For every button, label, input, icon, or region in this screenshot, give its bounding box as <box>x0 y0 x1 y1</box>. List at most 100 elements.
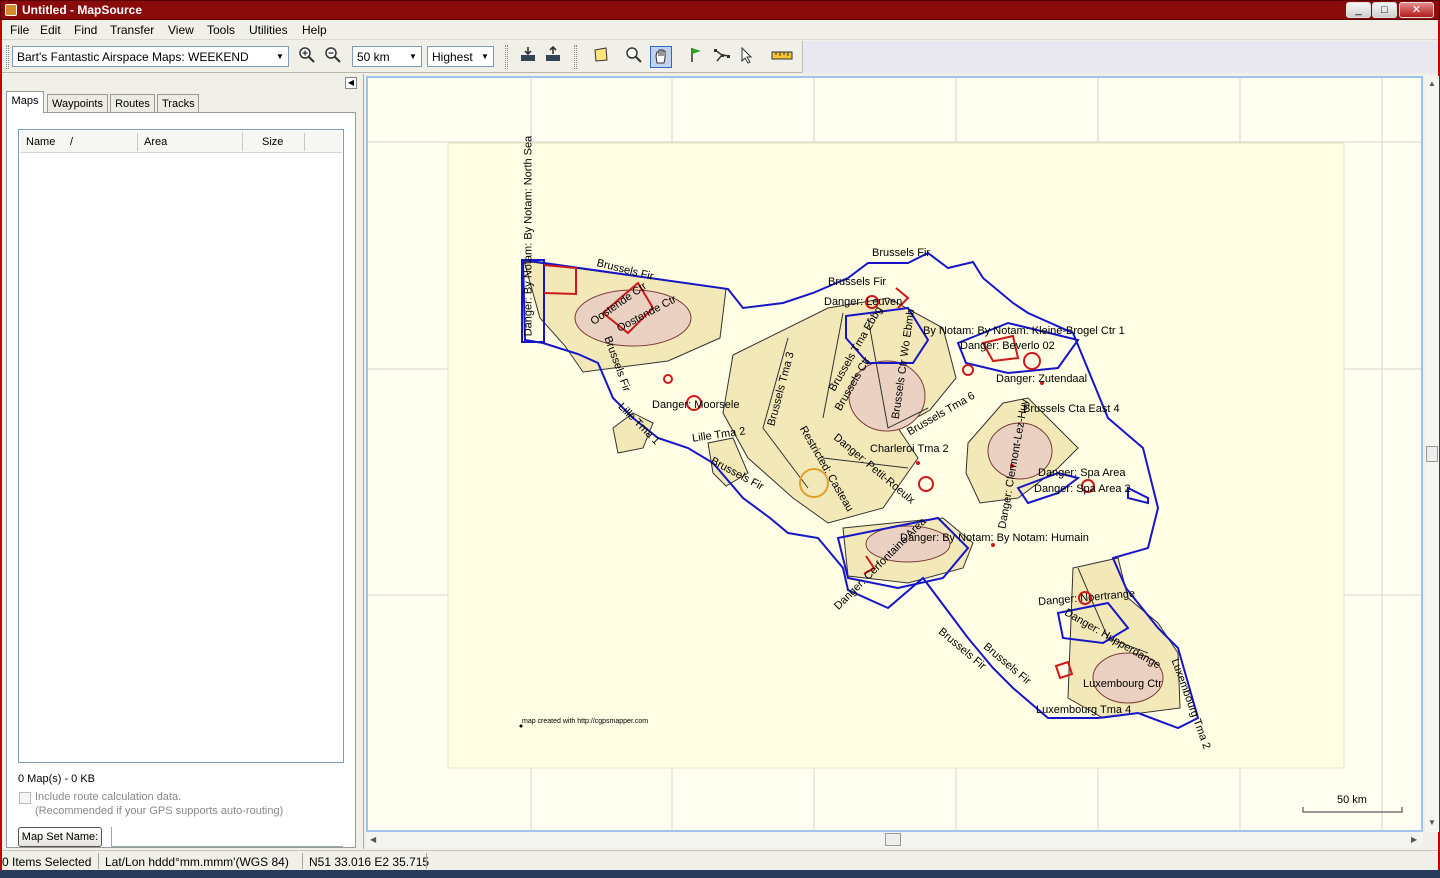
zoom-out-icon[interactable] <box>322 46 344 68</box>
route-tool-icon[interactable] <box>711 46 733 68</box>
map-label: Brussels Fir <box>595 257 655 283</box>
chevron-down-icon: ▼ <box>276 52 284 61</box>
send-to-device-icon[interactable] <box>542 45 564 68</box>
map-labels: Brussels Fir Brussels Fir Brussels Fir B… <box>368 78 1421 830</box>
tab-routes[interactable]: Routes <box>110 94 155 112</box>
menu-view[interactable]: View <box>168 23 194 37</box>
tab-waypoints[interactable]: Waypoints <box>47 94 108 112</box>
toolbar-empty-area <box>802 41 1438 73</box>
map-tool-icon[interactable] <box>590 46 612 68</box>
zoom-tool-icon[interactable] <box>623 46 645 68</box>
column-divider[interactable] <box>137 133 138 151</box>
map-label: Danger: Beverlo 02 <box>960 340 1055 352</box>
map-label: Danger: Spa Area <box>1038 467 1126 479</box>
map-label: Brussels Fir <box>601 334 633 394</box>
map-label: Danger: Leuven <box>824 296 903 308</box>
map-label: Danger: Hupperdange <box>1062 606 1163 672</box>
vertical-scroll-thumb[interactable] <box>1426 446 1438 462</box>
detail-value: Highest <box>432 50 473 64</box>
maps-list[interactable]: Name / Area Size <box>18 129 344 763</box>
toolbar: Bart's Fantastic Airspace Maps: WEEKEND … <box>2 41 1438 73</box>
map-label: Luxembourg Tma 4 <box>1036 704 1132 716</box>
map-label: Danger: Clermont-Lez-Huy <box>996 398 1032 530</box>
toolbar-grip[interactable] <box>6 45 9 69</box>
menu-transfer[interactable]: Transfer <box>110 23 154 37</box>
column-divider[interactable] <box>304 133 305 151</box>
route-calc-label: Include route calculation data. <box>35 791 182 803</box>
map-label: Danger: Noertrange <box>1037 587 1136 609</box>
window-title: Untitled - MapSource <box>22 3 143 17</box>
map-label: Lille Tma 2 <box>691 425 747 445</box>
map-set-name-input[interactable] <box>111 827 343 847</box>
map-view: Brussels Fir Brussels Fir Brussels Fir B… <box>363 74 1439 849</box>
column-divider[interactable] <box>242 133 243 151</box>
status-divider <box>98 853 99 869</box>
maps-count: 0 Map(s) - 0 KB <box>18 773 96 785</box>
horizontal-scroll-thumb[interactable] <box>885 833 901 846</box>
map-product-value: Bart's Fantastic Airspace Maps: WEEKEND <box>17 50 249 64</box>
zoom-in-icon[interactable] <box>296 46 318 68</box>
waypoint-tool-icon[interactable] <box>685 46 707 68</box>
tab-tracks[interactable]: Tracks <box>157 94 199 112</box>
scroll-left-icon[interactable]: ◀ <box>370 835 376 844</box>
menu-utilities[interactable]: Utilities <box>249 23 288 37</box>
receive-from-device-icon[interactable] <box>517 46 539 68</box>
map-label: Danger: Moorsele <box>652 399 740 411</box>
column-size[interactable]: Size <box>262 136 283 148</box>
map-credit: map created with http://cgpsmapper.com <box>522 718 649 725</box>
selection-tool-icon[interactable] <box>736 46 758 68</box>
map-label: Brussels Fir <box>708 455 766 493</box>
scale-label: 50 km <box>1337 794 1367 806</box>
scroll-up-icon[interactable]: ▲ <box>1428 79 1436 88</box>
hand-tool-icon[interactable] <box>650 46 672 68</box>
cursor-position: N51 33.016 E2 35.715 <box>309 855 430 869</box>
app-icon <box>5 4 17 16</box>
menu-help[interactable]: Help <box>302 23 327 37</box>
map-label: Brussels Tma 6 <box>905 389 978 439</box>
menu-edit[interactable]: Edit <box>40 23 61 37</box>
status-bar: 0 Items Selected Lat/Lon hddd°mm.mmm'(WG… <box>2 850 1438 870</box>
status-divider <box>302 853 303 869</box>
position-format: Lat/Lon hddd°mm.mmm'(WGS 84) <box>105 855 289 869</box>
column-area[interactable]: Area <box>144 136 167 148</box>
map-label: Charleroi Tma 2 <box>870 443 949 455</box>
zoom-scale-value: 50 km <box>357 50 390 64</box>
map-label: Brussels Fir <box>872 247 931 259</box>
collapse-panel-icon[interactable]: ◀ <box>345 77 357 89</box>
map-product-select[interactable]: Bart's Fantastic Airspace Maps: WEEKEND … <box>12 46 289 67</box>
toolbar-grip[interactable] <box>574 45 577 69</box>
vertical-scrollbar[interactable]: ▲ ▼ <box>1425 76 1439 832</box>
chevron-down-icon: ▼ <box>409 52 417 61</box>
map-set-name-button[interactable]: Map Set Name: <box>18 827 102 847</box>
route-calc-note: (Recommended if your GPS supports auto-r… <box>35 805 284 817</box>
toolbar-grip[interactable] <box>505 45 508 69</box>
measure-tool-icon[interactable] <box>768 46 796 68</box>
sort-indicator: / <box>70 136 74 148</box>
left-panel: ◀ Maps Waypoints Routes Tracks Name / Ar… <box>2 74 362 848</box>
selection-status: 0 Items Selected <box>2 855 92 869</box>
map-label: Brussels Fir <box>980 640 1034 688</box>
map-label: Brussels Cta East 4 <box>1023 403 1120 415</box>
scroll-down-icon[interactable]: ▼ <box>1428 818 1436 827</box>
chevron-down-icon: ▼ <box>481 52 489 61</box>
map-canvas[interactable]: Brussels Fir Brussels Fir Brussels Fir B… <box>366 76 1423 832</box>
menu-tools[interactable]: Tools <box>207 23 235 37</box>
horizontal-scrollbar[interactable]: ◀ ▶ <box>366 832 1423 848</box>
maximize-button[interactable]: □ <box>1372 2 1397 18</box>
app-window: File Edit Find Transfer View Tools Utili… <box>0 20 1440 878</box>
column-name[interactable]: Name <box>26 136 55 148</box>
minimize-button[interactable]: _ <box>1346 2 1371 18</box>
map-label: By Notam: By Notam: Kleine-Brogel Ctr 1 <box>923 325 1125 337</box>
taskbar <box>0 870 1440 878</box>
zoom-scale-select[interactable]: 50 km ▼ <box>352 46 422 67</box>
scroll-right-icon[interactable]: ▶ <box>1411 835 1417 844</box>
menu-file[interactable]: File <box>10 23 29 37</box>
close-button[interactable]: ✕ <box>1399 2 1434 18</box>
route-calc-checkbox[interactable] <box>19 792 31 804</box>
tab-maps[interactable]: Maps <box>6 91 44 113</box>
map-label: Brussels Tma 3 <box>765 350 797 428</box>
maps-list-header: Name / Area Size <box>20 131 342 153</box>
menu-find[interactable]: Find <box>74 23 97 37</box>
detail-select[interactable]: Highest ▼ <box>427 46 494 67</box>
status-divider <box>426 853 427 869</box>
